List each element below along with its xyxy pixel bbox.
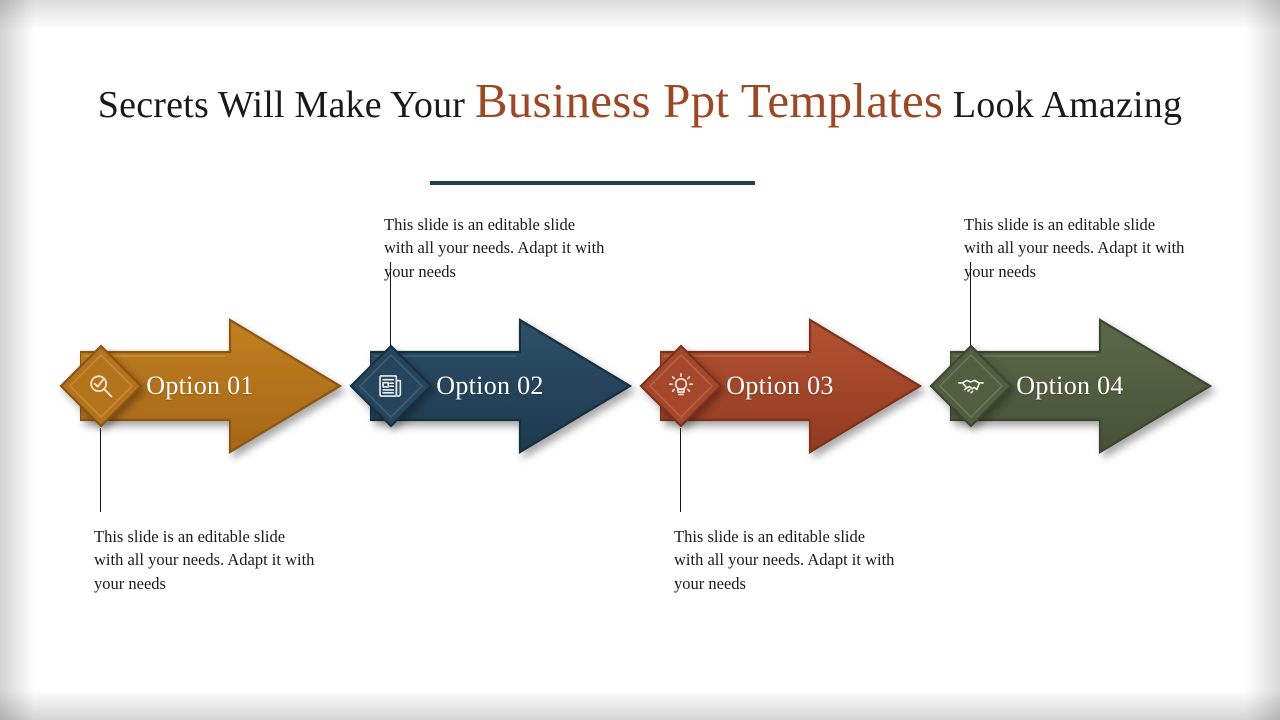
step-1[interactable]: Option 01 This slide is an editable slid… — [58, 28, 348, 690]
badge-diamond-3[interactable] — [638, 343, 724, 429]
slide-canvas: Secrets Will Make Your Business Ppt Temp… — [34, 28, 1246, 690]
badge-diamond-1[interactable] — [58, 343, 144, 429]
step-3[interactable]: Option 03 This slide is an editable slid… — [638, 28, 928, 690]
step-4[interactable]: Option 04 This slide is an editable slid… — [928, 28, 1218, 690]
step-2[interactable]: Option 02 This slide is an editable slid… — [348, 28, 638, 690]
step-caption-4: This slide is an editable slide with all… — [964, 215, 1185, 281]
slide-frame: Secrets Will Make Your Business Ppt Temp… — [0, 0, 1280, 720]
step-caption-3: This slide is an editable slide with all… — [674, 527, 895, 593]
step-caption-2: This slide is an editable slide with all… — [384, 215, 605, 281]
step-caption-1: This slide is an editable slide with all… — [94, 527, 315, 593]
arrow-chain: Option 01 This slide is an editable slid… — [34, 28, 1246, 690]
badge-diamond-2[interactable] — [348, 343, 434, 429]
badge-diamond-4[interactable] — [928, 343, 1014, 429]
